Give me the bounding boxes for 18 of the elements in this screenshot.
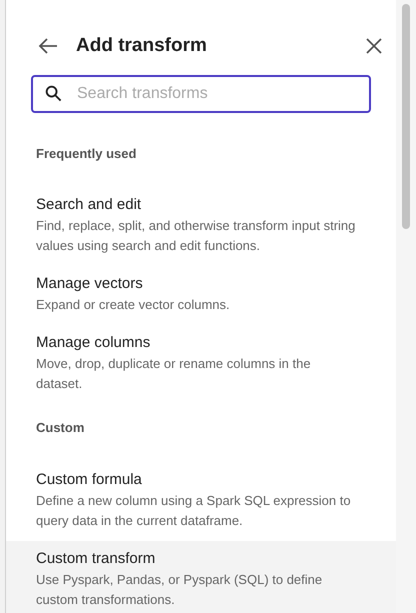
item-description: Define a new column using a Spark SQL expression to query data in the current dataframe. xyxy=(36,492,352,530)
item-title: Search and edit xyxy=(36,195,142,215)
panel-title: Add transform xyxy=(76,34,208,58)
close-icon[interactable] xyxy=(365,37,383,56)
item-description: Move, drop, duplicate or rename columns in the dataset. xyxy=(36,355,312,393)
item-description: Expand or create vector columns. xyxy=(36,296,231,314)
item-description: Find, replace, split, and otherwise transform input string values using search and edit functions. xyxy=(36,217,356,255)
item-title: Custom transform xyxy=(36,548,156,568)
section-heading: Frequently used xyxy=(35,144,138,163)
scrollbar-thumb[interactable] xyxy=(402,4,410,229)
item-title: Manage columns xyxy=(36,333,152,353)
item-description: Use Pyspark, Pandas, or Pyspark (SQL) to define custom transformations. xyxy=(36,570,324,608)
item-title: Manage vectors xyxy=(36,274,144,294)
search-field[interactable]: Search transforms xyxy=(31,74,371,112)
search-icon xyxy=(45,84,62,102)
item-title: Custom formula xyxy=(36,470,143,490)
section-heading: Custom xyxy=(35,419,86,437)
transform-item[interactable]: Custom transform Use Pyspark, Pandas, or Pyspark (SQL) to define custom transformations. xyxy=(6,540,396,613)
